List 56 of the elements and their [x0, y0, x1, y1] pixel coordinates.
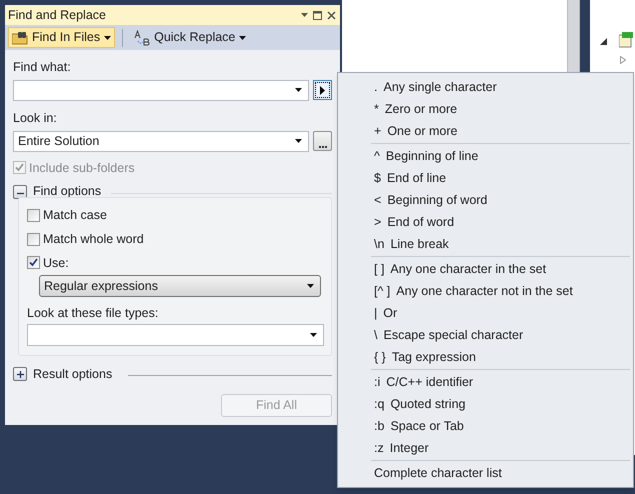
- menu-item[interactable]: ^ Beginning of line: [338, 145, 633, 167]
- dropdown-icon[interactable]: [301, 13, 308, 17]
- checkbox[interactable]: [27, 256, 40, 270]
- window-title: Find and Replace: [8, 6, 106, 24]
- menu-item[interactable]: [^ ] Any one character not in the set: [338, 280, 633, 302]
- checkbox[interactable]: [27, 232, 40, 246]
- browse-button[interactable]: [313, 131, 332, 151]
- toolbar-button[interactable]: Find In Files: [8, 27, 116, 48]
- find-all-button: Find All: [221, 394, 332, 417]
- menu-item[interactable]: :b Space or Tab: [338, 415, 633, 437]
- collapse-button[interactable]: [13, 184, 27, 199]
- menu-item[interactable]: [ ] Any one character in the set: [338, 258, 633, 280]
- caret-icon: [310, 333, 317, 337]
- expression-builder-button[interactable]: [313, 80, 332, 100]
- expand-button[interactable]: [13, 367, 27, 382]
- menu-item[interactable]: \ Escape special character: [338, 324, 633, 346]
- checkbox-label: Include sub-folders: [29, 160, 135, 176]
- field-label: Look at these file types:: [27, 305, 158, 322]
- checkbox[interactable]: [27, 208, 40, 222]
- checkbox-label: Use:: [43, 254, 69, 272]
- combo-box[interactable]: Entire Solution: [13, 130, 310, 152]
- menu-item[interactable]: :q Quoted string: [338, 393, 633, 415]
- collapsed-arrow-icon[interactable]: [620, 56, 626, 64]
- plus-icon: [16, 370, 24, 378]
- menu-item[interactable]: Complete character list: [338, 462, 633, 484]
- menu-item[interactable]: \n Line break: [338, 233, 633, 255]
- maximize-icon[interactable]: [313, 10, 322, 20]
- menu-item[interactable]: { } Tag expression: [338, 346, 633, 368]
- field-label: Look in:: [13, 110, 57, 127]
- regex-dropdown[interactable]: Regular expressions: [39, 275, 321, 298]
- menu-item[interactable]: :i C/C++ identifier: [338, 371, 633, 393]
- checkbox-label: Match case: [43, 207, 107, 224]
- caret-icon: [307, 284, 314, 288]
- section-heading: Find options: [33, 183, 102, 200]
- replace-letters-icon: [134, 30, 150, 46]
- toolbar-button[interactable]: Quick Replace: [130, 27, 250, 48]
- menu-item[interactable]: > End of word: [338, 211, 633, 233]
- menu-item[interactable]: + One or more: [338, 120, 633, 142]
- folder-binoculars-icon: [12, 30, 28, 44]
- expander-icon[interactable]: [600, 38, 607, 45]
- menu-item[interactable]: | Or: [338, 302, 633, 324]
- caret-icon: [104, 36, 112, 40]
- caret-icon: [295, 139, 302, 143]
- menu-item[interactable]: < Beginning of word: [338, 189, 633, 211]
- menu-item[interactable]: * Zero or more: [338, 98, 633, 120]
- caret-icon: [295, 88, 302, 92]
- caret-icon: [239, 36, 246, 40]
- close-icon[interactable]: [327, 10, 336, 20]
- menu-item[interactable]: :z Integer: [338, 437, 633, 459]
- menu-item[interactable]: . Any single character: [338, 76, 633, 98]
- section-heading: Result options: [33, 366, 112, 383]
- file-icon: [619, 32, 633, 48]
- menu-item[interactable]: $ End of line: [338, 167, 633, 189]
- field-label: Find what:: [13, 59, 71, 76]
- play-arrow-icon: [320, 86, 326, 95]
- checkbox-label: Match whole word: [43, 230, 144, 248]
